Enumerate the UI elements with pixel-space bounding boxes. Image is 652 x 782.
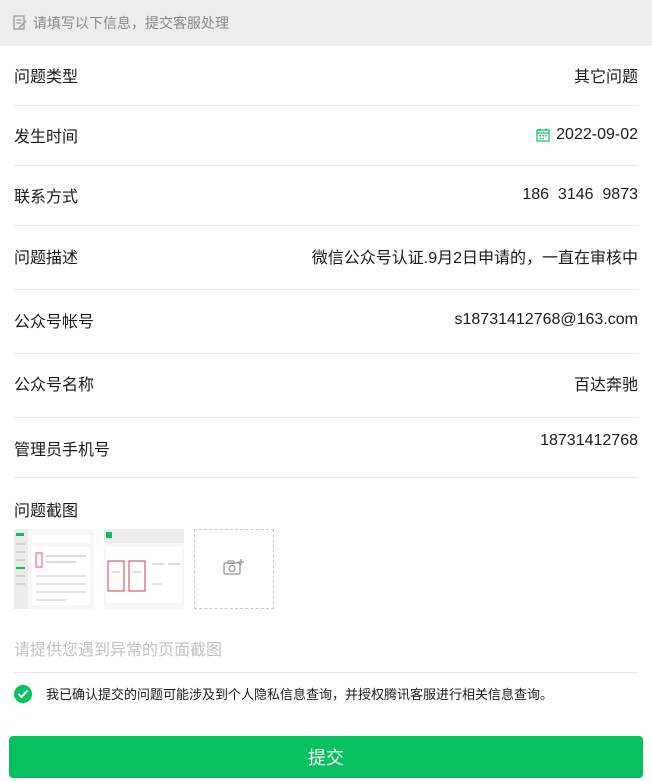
screenshot-description-placeholder[interactable]: 请提供您遇到异常的页面截图 [14, 636, 222, 660]
divider [14, 165, 638, 166]
field-value-wrap: 2022-09-02 [536, 126, 638, 144]
camera-add-icon [223, 558, 245, 581]
field-value: 百达奔驰 [573, 377, 638, 394]
divider [14, 477, 638, 478]
field-row-account[interactable]: 公众号帐号 s18731412768@163.com [14, 307, 638, 333]
calendar-icon [536, 128, 550, 142]
field-row-type[interactable]: 问题类型 其它问题 [14, 62, 638, 88]
field-label: 公众号名称 [14, 377, 95, 394]
screenshots-label: 问题截图 [14, 503, 79, 520]
field-row-contact[interactable]: 联系方式 186 3146 9873 [14, 182, 638, 208]
divider [14, 289, 638, 290]
divider [14, 672, 638, 673]
screenshot-thumbnail[interactable] [104, 529, 184, 609]
field-value: 18731412768 [540, 432, 638, 449]
field-value: s18731412768@163.com [454, 311, 639, 328]
checkmark-icon [17, 689, 29, 698]
field-row-time[interactable]: 发生时间 2022-09-02 [14, 122, 638, 148]
field-label: 公众号帐号 [14, 314, 95, 331]
divider [14, 105, 638, 106]
notice-bar: 请填写以下信息，提交客服处理 [0, 0, 652, 46]
field-value: 微信公众号认证.9月2日申请的，一直在审核中 [311, 250, 638, 267]
field-row-name[interactable]: 公众号名称 百达奔驰 [14, 370, 638, 396]
divider [14, 417, 638, 418]
screenshot-thumbnail[interactable] [14, 529, 94, 609]
field-value: 186 3146 9873 [522, 186, 638, 203]
consent-text: 我已确认提交的问题可能涉及到个人隐私信息查询，并授权腾讯客服进行相关信息查询。 [46, 687, 554, 702]
field-label: 发生时间 [14, 129, 79, 146]
notice-text: 请填写以下信息，提交客服处理 [33, 15, 229, 31]
upload-screenshot-button[interactable] [194, 529, 274, 609]
consent-row[interactable]: 我已确认提交的问题可能涉及到个人隐私信息查询，并授权腾讯客服进行相关信息查询。 [14, 684, 553, 703]
field-row-description[interactable]: 问题描述 微信公众号认证.9月2日申请的，一直在审核中 [14, 243, 638, 269]
field-label: 问题描述 [14, 250, 79, 267]
field-label: 联系方式 [14, 189, 79, 206]
edit-icon [13, 15, 27, 31]
submit-button[interactable]: 提交 [9, 736, 643, 778]
divider [14, 353, 638, 354]
field-value: 2022-09-02 [556, 126, 638, 143]
field-row-admin-phone[interactable]: 管理员手机号 18731412768 [14, 432, 638, 460]
field-label: 管理员手机号 [14, 442, 111, 459]
consent-checkbox[interactable] [14, 684, 32, 703]
field-value: 其它问题 [573, 69, 638, 86]
divider [14, 225, 638, 226]
field-label: 问题类型 [14, 69, 79, 86]
